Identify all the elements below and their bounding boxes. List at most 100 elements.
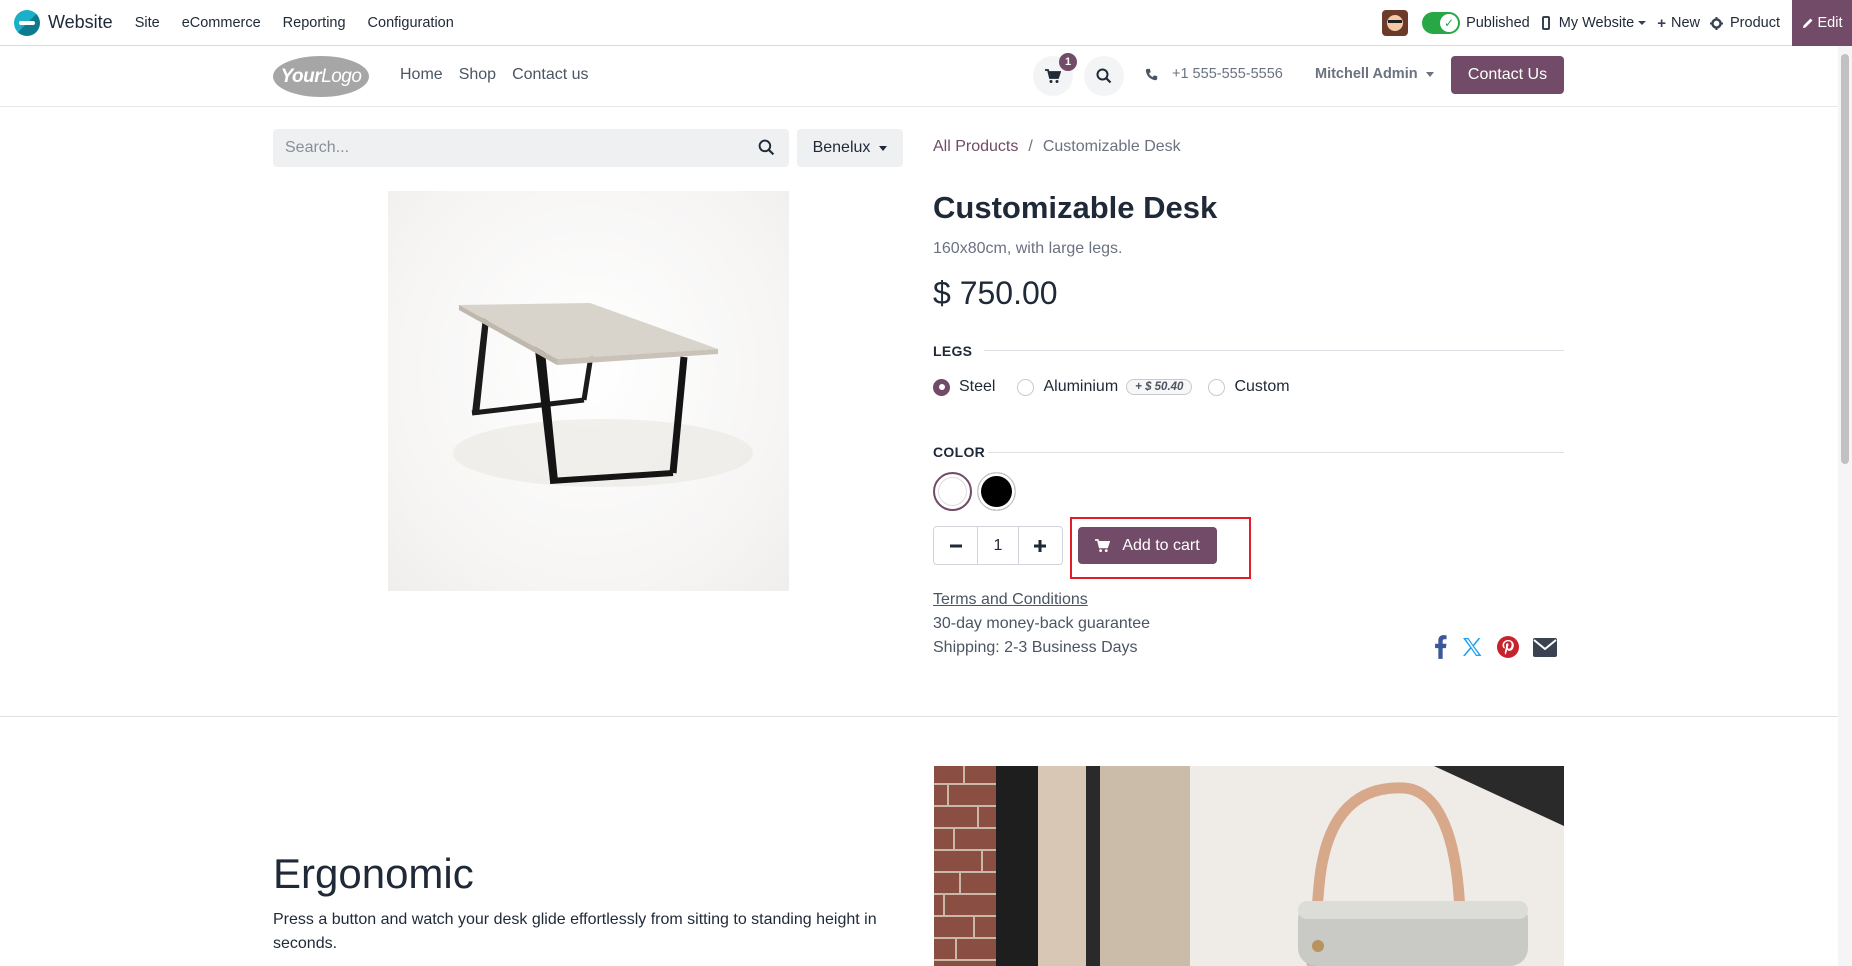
- product-label: Product: [1730, 15, 1780, 31]
- phone-icon: [1145, 68, 1158, 80]
- website-selector-label: My Website: [1558, 15, 1635, 31]
- site-logo[interactable]: Your Logo: [273, 56, 369, 97]
- shopping-cart-icon: [1045, 68, 1061, 83]
- admin-right-actions: Published My Website + New Product Edit: [1382, 0, 1852, 46]
- new-button-label: New: [1671, 15, 1701, 31]
- radio-aluminium[interactable]: [1017, 378, 1035, 396]
- cart-count-badge: 1: [1059, 53, 1077, 71]
- product-description: 160x80cm, with large legs.: [933, 240, 1123, 257]
- chevron-down-icon: [1638, 21, 1647, 25]
- admin-navbar: Website Site eCommerce Reporting Configu…: [0, 0, 1852, 46]
- site-nav: Home Shop Contact us: [400, 66, 605, 84]
- lamp-illustration: [934, 766, 1564, 966]
- edit-button[interactable]: Edit: [1792, 0, 1852, 46]
- increase-quantity-button[interactable]: [1019, 527, 1062, 564]
- product-image[interactable]: [388, 191, 789, 591]
- product-title: Customizable Desk: [933, 190, 1218, 225]
- product-search-input[interactable]: [273, 129, 789, 167]
- published-label[interactable]: Published: [1466, 15, 1530, 31]
- header-search-button[interactable]: [1084, 56, 1124, 96]
- attribute-color-label: COLOR: [933, 444, 986, 460]
- section-text: Press a button and watch your desk glide…: [273, 911, 877, 952]
- option-aluminium[interactable]: Aluminium: [1017, 378, 1118, 396]
- product-settings-button[interactable]: Product: [1710, 15, 1780, 31]
- attribute-divider: [988, 452, 1564, 453]
- gear-icon: [1710, 16, 1724, 30]
- option-aluminium-label: Aluminium: [1043, 378, 1119, 395]
- new-button[interactable]: + New: [1657, 15, 1700, 32]
- nav-shop[interactable]: Shop: [459, 66, 496, 84]
- color-swatch-black[interactable]: [977, 472, 1016, 511]
- share-links: [1434, 635, 1571, 659]
- facebook-icon[interactable]: [1434, 635, 1447, 659]
- user-avatar[interactable]: [1382, 10, 1409, 36]
- product-price: $ 750.00: [933, 275, 1058, 311]
- shipping-text: Shipping: 2-3 Business Days: [933, 639, 1138, 656]
- shopping-cart-icon: [1095, 538, 1111, 552]
- menu-reporting[interactable]: Reporting: [283, 15, 346, 31]
- product-search: [273, 129, 789, 167]
- admin-menu: Site eCommerce Reporting Configuration: [135, 15, 476, 31]
- page-scrollbar[interactable]: [1838, 46, 1852, 966]
- color-swatch-white[interactable]: [933, 472, 972, 511]
- mobile-preview-icon[interactable]: [1541, 16, 1550, 30]
- option-custom-label: Custom: [1234, 378, 1290, 395]
- search-icon[interactable]: [758, 139, 775, 156]
- quantity-stepper: 1: [933, 526, 1063, 565]
- website-selector[interactable]: My Website: [1541, 15, 1647, 31]
- legs-options: Steel Aluminium + $ 50.40 Custom: [933, 378, 1300, 396]
- website-app-icon: [14, 9, 40, 36]
- section-divider: [0, 716, 1838, 717]
- user-name: Mitchell Admin: [1315, 66, 1418, 82]
- radio-custom[interactable]: [1208, 378, 1226, 396]
- radio-steel[interactable]: [933, 378, 950, 396]
- logo-text-bold: Your: [280, 65, 322, 87]
- plus-icon: +: [1657, 14, 1666, 32]
- user-menu[interactable]: Mitchell Admin: [1315, 66, 1434, 82]
- caret-down-icon: [879, 145, 888, 151]
- edit-label: Edit: [1817, 15, 1843, 31]
- breadcrumb-all-products[interactable]: All Products: [933, 138, 1018, 156]
- add-to-cart-button[interactable]: Add to cart: [1078, 527, 1217, 564]
- published-toggle[interactable]: [1422, 12, 1461, 34]
- minus-icon: [949, 544, 962, 547]
- option-custom[interactable]: Custom: [1208, 378, 1290, 396]
- menu-ecommerce[interactable]: eCommerce: [182, 15, 261, 31]
- option-steel-label: Steel: [959, 378, 996, 395]
- scrollbar-thumb[interactable]: [1841, 54, 1849, 464]
- menu-configuration[interactable]: Configuration: [368, 15, 454, 31]
- logo-text: Logo: [321, 65, 362, 87]
- pinterest-icon[interactable]: [1497, 636, 1519, 658]
- desk-illustration: [453, 303, 753, 487]
- nav-home[interactable]: Home: [400, 66, 443, 84]
- pricelist-dropdown[interactable]: Benelux: [797, 129, 903, 167]
- plus-icon: [1034, 539, 1047, 552]
- contact-us-button[interactable]: Contact Us: [1451, 56, 1564, 94]
- breadcrumb-separator: /: [1028, 138, 1033, 155]
- quantity-input[interactable]: 1: [977, 527, 1019, 564]
- envelope-icon[interactable]: [1533, 637, 1557, 657]
- price-extra-badge: + $ 50.40: [1126, 379, 1193, 395]
- option-steel[interactable]: Steel: [933, 378, 995, 396]
- cart-button[interactable]: 1: [1033, 53, 1077, 96]
- lifestyle-image: [934, 766, 1564, 966]
- decrease-quantity-button[interactable]: [934, 527, 977, 564]
- x-twitter-icon[interactable]: [1461, 636, 1483, 658]
- header-phone[interactable]: +1 555-555-5556: [1145, 66, 1283, 82]
- section-title: Ergonomic: [273, 850, 474, 897]
- add-to-cart-label: Add to cart: [1122, 536, 1200, 554]
- nav-contact-us[interactable]: Contact us: [512, 66, 588, 84]
- menu-site[interactable]: Site: [135, 15, 160, 31]
- attribute-legs-label: LEGS: [933, 343, 973, 359]
- breadcrumb-current: Customizable Desk: [1042, 138, 1181, 155]
- pencil-icon: [1802, 18, 1812, 28]
- guarantee-text: 30-day money-back guarantee: [933, 615, 1151, 632]
- breadcrumb: All Products / Customizable Desk: [933, 138, 1181, 156]
- app-brand[interactable]: Website: [14, 9, 113, 36]
- terms-link[interactable]: Terms and Conditions: [933, 591, 1088, 609]
- search-icon: [1096, 68, 1112, 84]
- phone-number: +1 555-555-5556: [1172, 66, 1283, 82]
- caret-down-icon: [1425, 71, 1434, 77]
- pricelist-label: Benelux: [812, 139, 871, 156]
- website-header: Your Logo Home Shop Contact us 1 +1 555-5…: [0, 46, 1838, 107]
